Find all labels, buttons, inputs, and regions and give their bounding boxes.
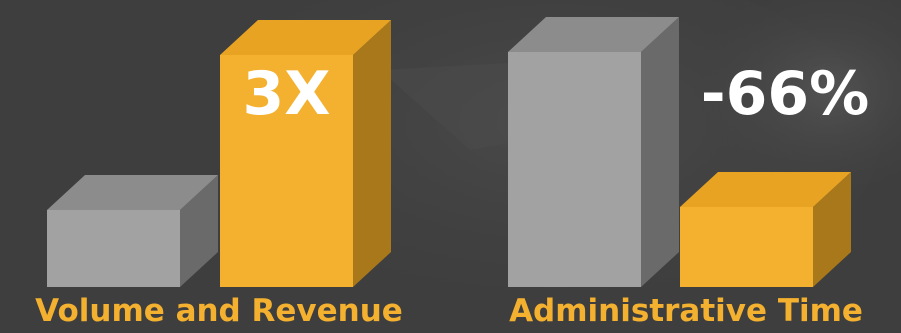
bar-side-face: [641, 17, 679, 287]
data-label-minus-66-percent: -66%: [700, 59, 870, 129]
group-label-volume-and-revenue: Volume and Revenue: [35, 293, 403, 329]
group-label-administrative-time: Administrative Time: [509, 293, 863, 329]
bar-side-face: [353, 20, 391, 287]
bar-front-face: [47, 210, 180, 287]
bar-chart: [47, 17, 851, 287]
bar-front-face: [680, 207, 813, 287]
bar-front-face: [508, 52, 641, 287]
chart-canvas: 3X -66% Volume and Revenue Administrativ…: [0, 0, 901, 333]
data-label-3x: 3X: [242, 59, 331, 129]
